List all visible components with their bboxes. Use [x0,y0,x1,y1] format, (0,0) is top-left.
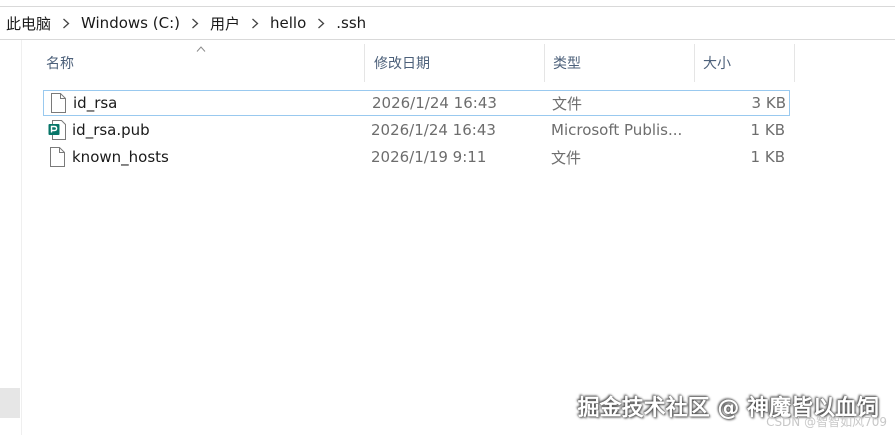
navigation-pane-item[interactable] [0,388,20,418]
chevron-right-icon[interactable] [184,18,206,29]
column-header-type[interactable]: 类型 [544,44,694,82]
address-bar[interactable]: 此电脑 Windows (C:) 用户 hello .ssh [0,6,895,40]
file-type: 文件 [551,148,582,167]
file-row[interactable]: id_rsa 2026/1/24 16:43 文件 3 KB [43,90,790,116]
column-header-date[interactable]: 修改日期 [364,44,544,82]
column-header-name[interactable]: 名称 [23,44,364,82]
chevron-right-icon[interactable] [244,18,266,29]
file-name: id_rsa [73,94,118,112]
breadcrumb-ssh[interactable]: .ssh [332,14,370,32]
chevron-right-icon[interactable] [310,18,332,29]
publisher-file-icon [47,117,67,143]
file-row[interactable]: id_rsa.pub 2026/1/24 16:43 Microsoft Pub… [43,117,790,143]
blank-file-icon [47,144,67,170]
breadcrumb-drive-c[interactable]: Windows (C:) [77,14,184,32]
chevron-right-icon[interactable] [55,18,77,29]
file-type: Microsoft Publis... [551,121,683,139]
file-date: 2026/1/24 16:43 [372,94,497,112]
column-header-size[interactable]: 大小 [694,44,795,82]
watermark-csdn: CSDN @智智如风709 [766,415,887,429]
file-type: 文件 [552,94,583,113]
file-size: 3 KB [751,94,786,112]
navigation-pane[interactable] [0,40,22,435]
file-date: 2026/1/19 9:11 [371,148,487,166]
blank-file-icon [48,91,68,115]
breadcrumb-hello[interactable]: hello [266,14,310,32]
file-size: 1 KB [750,121,785,139]
column-header: 名称 修改日期 类型 大小 [23,44,795,82]
file-name: known_hosts [72,148,169,166]
file-date: 2026/1/24 16:43 [371,121,496,139]
file-row[interactable]: known_hosts 2026/1/19 9:11 文件 1 KB [43,144,790,170]
breadcrumb-users[interactable]: 用户 [206,13,244,34]
breadcrumb-this-pc[interactable]: 此电脑 [0,13,55,34]
file-size: 1 KB [750,148,785,166]
file-name: id_rsa.pub [72,121,150,139]
